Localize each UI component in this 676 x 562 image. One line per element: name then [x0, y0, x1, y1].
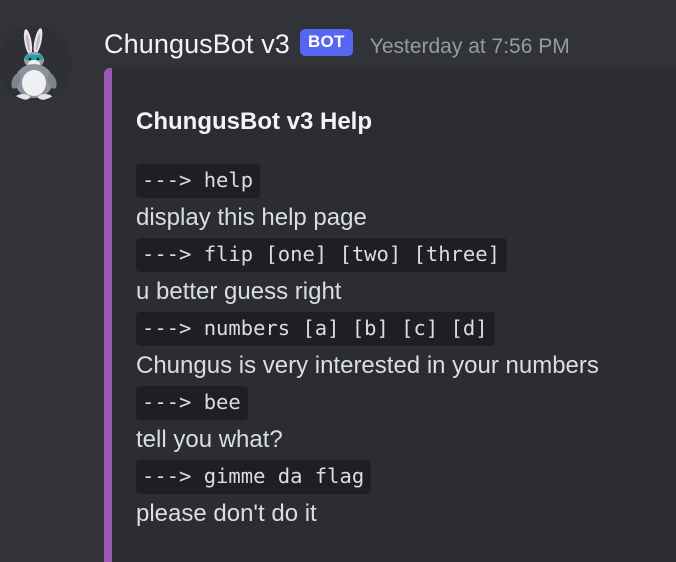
command-description: please don't do it [136, 499, 317, 527]
command-code: ---> gimme da flag [136, 459, 372, 494]
command-description: tell you what? [136, 425, 283, 453]
command-description: display this help page [136, 203, 367, 231]
embed-accent-bar [104, 68, 112, 562]
command-code: ---> flip [one] [two] [three] [136, 237, 507, 272]
embed-title: ChungusBot v3 Help [136, 108, 373, 135]
command-code: ---> help [136, 163, 261, 198]
command-row: ---> numbers [a] [b] [c] [d] [136, 310, 599, 347]
command-row: ---> help [136, 162, 599, 199]
help-embed: ChungusBot v3 Help ---> help display thi… [104, 68, 676, 562]
command-description: u better guess right [136, 277, 342, 305]
command-row: ---> bee [136, 384, 599, 421]
message-header: ChungusBot v3 BOT Yesterday at 7:56 PM [104, 24, 570, 64]
avatar[interactable] [0, 26, 72, 101]
command-code: ---> bee [136, 385, 248, 420]
command-description: Chungus is very interested in your numbe… [136, 351, 599, 379]
big-chungus-avatar-icon [11, 28, 57, 100]
embed-command-list: ---> help display this help page ---> fl… [136, 162, 599, 532]
command-row: ---> flip [one] [two] [three] [136, 236, 599, 273]
command-row: ---> gimme da flag [136, 458, 599, 495]
message-timestamp[interactable]: Yesterday at 7:56 PM [370, 35, 570, 59]
username[interactable]: ChungusBot v3 [104, 29, 290, 60]
bot-tag: BOT [299, 28, 353, 56]
command-code: ---> numbers [a] [b] [c] [d] [136, 311, 495, 346]
